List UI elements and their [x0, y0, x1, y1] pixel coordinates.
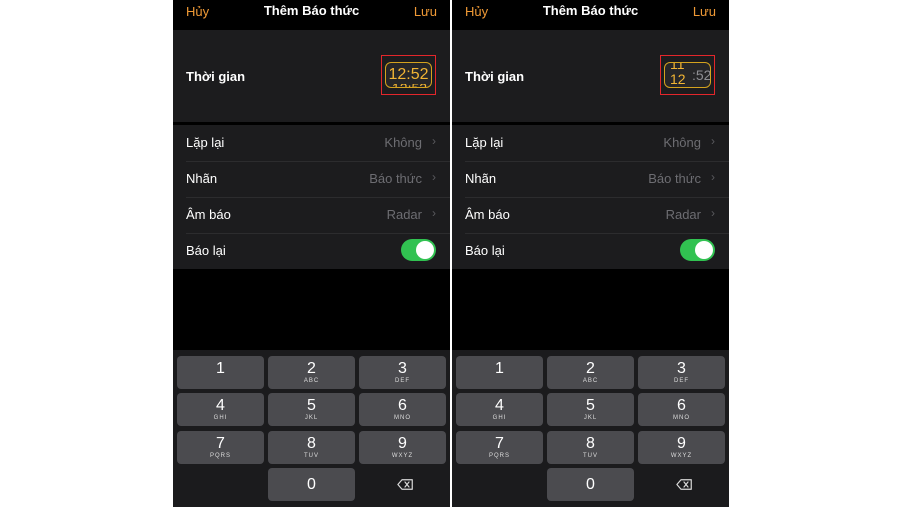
time-value: 12:52: [388, 66, 429, 83]
sound-row[interactable]: Âm báo Radar ›: [452, 197, 729, 233]
minute-value: :52: [692, 67, 711, 83]
repeat-value: Không: [663, 135, 701, 150]
key-9[interactable]: 9 WXYZ: [359, 431, 446, 464]
label-value: Báo thức: [369, 171, 422, 186]
chevron-right-icon: ›: [432, 134, 436, 148]
chevron-right-icon: ›: [432, 170, 436, 184]
key-7[interactable]: 7 PQRS: [177, 431, 264, 464]
phone-screen-right: Hủy Thêm Báo thức Lưu Thời gian 11 12 :5…: [452, 0, 729, 507]
chevron-right-icon: ›: [711, 134, 715, 148]
key-2[interactable]: 2 ABC: [268, 356, 355, 389]
time-section: Thời gian 12:52 12:52: [173, 30, 450, 122]
snooze-toggle[interactable]: [401, 239, 436, 261]
key-0[interactable]: 0: [547, 468, 634, 501]
sound-value: Radar: [386, 207, 422, 222]
repeat-value: Không: [384, 135, 422, 150]
time-scroll-hint: 12:52: [392, 84, 427, 87]
repeat-row[interactable]: Lặp lại Không ›: [173, 125, 450, 161]
toggle-knob: [695, 241, 713, 259]
key-8[interactable]: 8 TUV: [547, 431, 634, 464]
sound-value: Radar: [665, 207, 701, 222]
chevron-right-icon: ›: [711, 170, 715, 184]
key-7[interactable]: 7 PQRS: [456, 431, 543, 464]
key-9[interactable]: 9 WXYZ: [638, 431, 725, 464]
key-5[interactable]: 5 JKL: [268, 393, 355, 426]
numeric-keypad: 1 2 ABC 3 DEF 4 GHI 5 JKL 6 MNO 7 PQRS 8 TUV 9W…: [452, 350, 729, 507]
repeat-label: Lặp lại: [465, 135, 504, 150]
label-value: Báo thức: [648, 171, 701, 186]
save-button[interactable]: Lưu: [414, 4, 437, 19]
nav-bar: Hủy Thêm Báo thức Lưu: [452, 0, 729, 24]
key-6[interactable]: 6 MNO: [638, 393, 725, 426]
save-button[interactable]: Lưu: [693, 4, 716, 19]
key-1[interactable]: 1: [456, 356, 543, 389]
chevron-right-icon: ›: [711, 206, 715, 220]
chevron-right-icon: ›: [432, 206, 436, 220]
label-row[interactable]: Nhãn Báo thức ›: [173, 161, 450, 197]
label-label: Nhãn: [465, 171, 497, 186]
settings-list: Lặp lại Không › Nhãn Báo thức › Âm báo R…: [452, 125, 729, 269]
backspace-icon: [397, 479, 413, 490]
sound-label: Âm báo: [465, 207, 510, 222]
delete-key[interactable]: [359, 468, 446, 501]
key-3[interactable]: 3 DEF: [638, 356, 725, 389]
key-6[interactable]: 6 MNO: [359, 393, 446, 426]
snooze-label: Báo lại: [186, 243, 226, 258]
settings-list: Lặp lại Không › Nhãn Báo thức › Âm báo R…: [173, 125, 450, 269]
snooze-toggle[interactable]: [680, 239, 715, 261]
snooze-row: Báo lại: [173, 233, 450, 269]
nav-bar: Hủy Thêm Báo thức Lưu: [173, 0, 450, 24]
toggle-knob: [416, 241, 434, 259]
key-0[interactable]: 0: [268, 468, 355, 501]
delete-key[interactable]: [638, 468, 725, 501]
page-title: Thêm Báo thức: [263, 3, 360, 18]
time-highlight-box: 12:52 12:52: [381, 55, 436, 95]
hour-scroll-current: 12: [670, 71, 686, 87]
time-label: Thời gian: [186, 69, 246, 84]
sound-row[interactable]: Âm báo Radar ›: [173, 197, 450, 233]
key-2[interactable]: 2 ABC: [547, 356, 634, 389]
repeat-label: Lặp lại: [186, 135, 225, 150]
hour-scroll-previous: 11: [670, 62, 685, 72]
time-label: Thời gian: [465, 69, 525, 84]
key-8[interactable]: 8 TUV: [268, 431, 355, 464]
time-input[interactable]: 11 12 :52: [664, 62, 711, 88]
snooze-label: Báo lại: [465, 243, 505, 258]
time-input[interactable]: 12:52 12:52: [385, 62, 432, 88]
numeric-keypad: 1 2 ABC 3 DEF 4 GHI 5 JKL 6 MNO 7 PQRS 8 TUV 9W…: [173, 350, 450, 507]
snooze-row: Báo lại: [452, 233, 729, 269]
key-5[interactable]: 5 JKL: [547, 393, 634, 426]
key-4[interactable]: 4 GHI: [456, 393, 543, 426]
key-3[interactable]: 3 DEF: [359, 356, 446, 389]
sound-label: Âm báo: [186, 207, 231, 222]
backspace-icon: [676, 479, 692, 490]
time-section: Thời gian 11 12 :52: [452, 30, 729, 122]
time-highlight-box: 11 12 :52: [660, 55, 715, 95]
label-label: Nhãn: [186, 171, 218, 186]
phone-screen-left: Hủy Thêm Báo thức Lưu Thời gian 12:52 12…: [173, 0, 450, 507]
key-4[interactable]: 4 GHI: [177, 393, 264, 426]
repeat-row[interactable]: Lặp lại Không ›: [452, 125, 729, 161]
key-1[interactable]: 1: [177, 356, 264, 389]
label-row[interactable]: Nhãn Báo thức ›: [452, 161, 729, 197]
page-title: Thêm Báo thức: [542, 3, 639, 18]
